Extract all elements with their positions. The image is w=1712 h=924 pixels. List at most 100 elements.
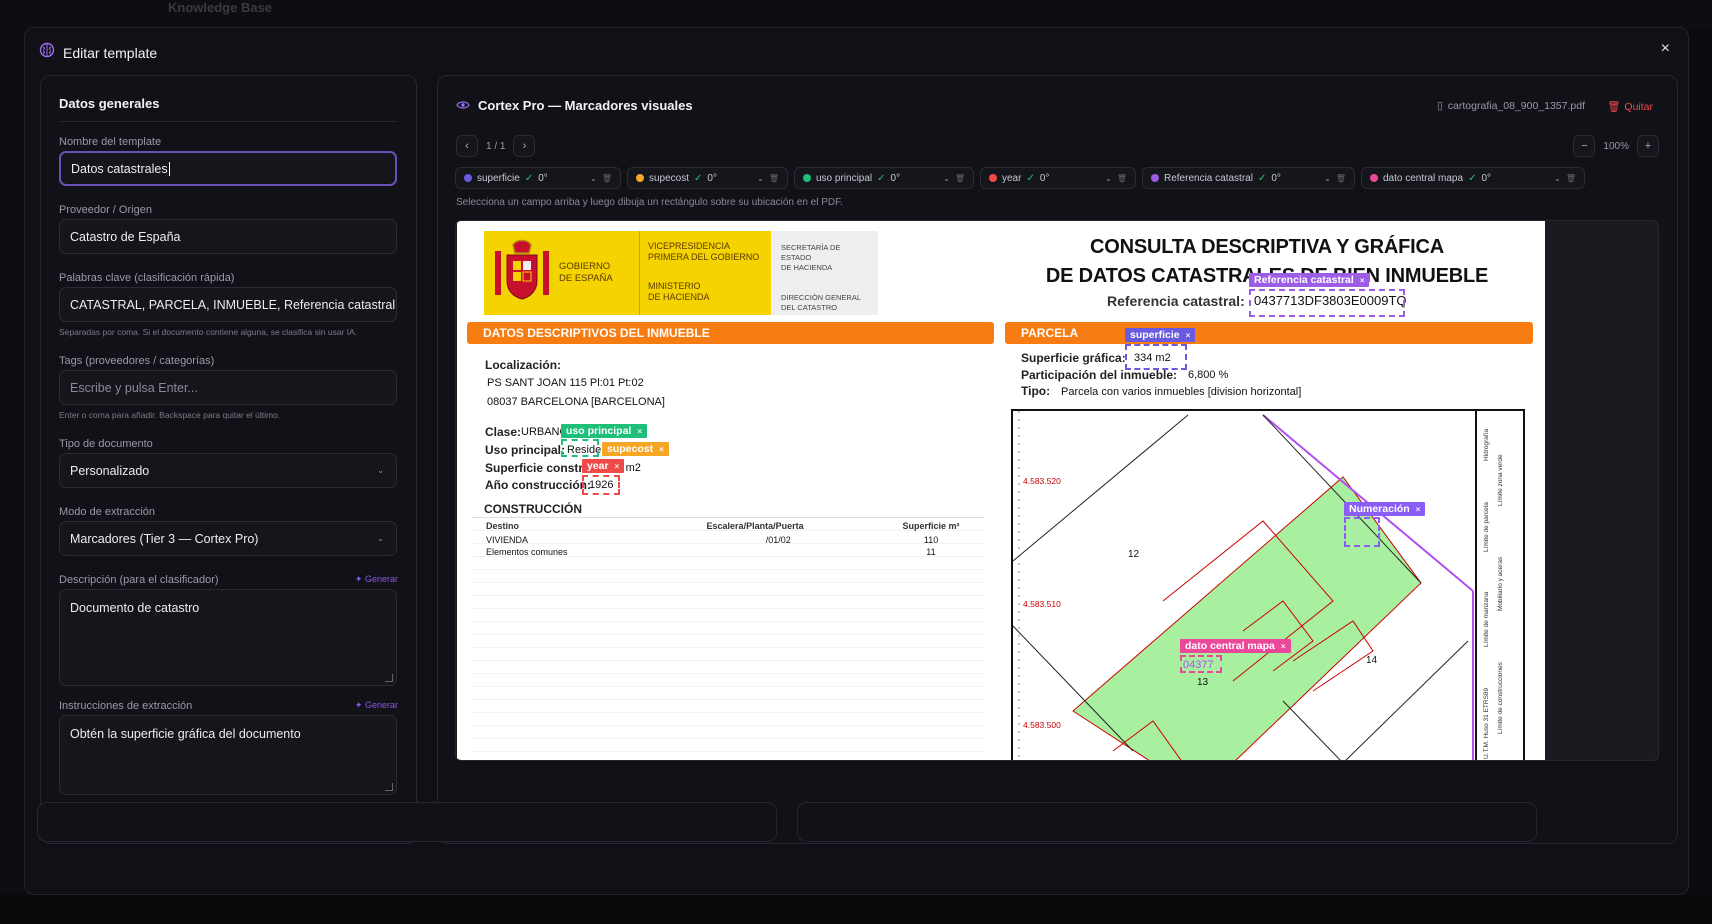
resize-handle-icon[interactable] — [385, 783, 393, 791]
marker-box-uso-principal[interactable] — [561, 439, 599, 457]
provider-input[interactable]: Catastro de España — [59, 219, 397, 254]
map-legend: U.T.M. Huso 31 ETRS89 Límite de manzana … — [1475, 409, 1525, 760]
remove-marker-icon[interactable]: × — [615, 462, 620, 471]
keywords-group: Palabras clave (clasificación rápida) CA… — [59, 272, 398, 337]
chevron-down-icon: ⌄ — [1105, 173, 1112, 183]
template-name-input[interactable]: Datos catastrales — [59, 151, 397, 186]
trash-icon[interactable]: 🗑︎ — [602, 174, 612, 183]
trash-icon[interactable]: 🗑︎ — [769, 174, 779, 183]
government-logo-block: GOBIERNO DE ESPAÑA VICEPRESIDENCIA PRIME… — [484, 231, 878, 315]
extract-mode-select[interactable]: Marcadores (Tier 3 — Cortex Pro) ⌄ — [59, 521, 397, 556]
marker-tag-referencia-catastral[interactable]: Referencia catastral × — [1249, 273, 1370, 287]
color-dot-icon — [803, 174, 811, 182]
construction-table: Destino Escalera/Planta/Puerta Superfici… — [472, 517, 984, 760]
type-value: Parcela con varios inmuebles [division h… — [1061, 386, 1302, 398]
remove-marker-icon[interactable]: × — [659, 445, 664, 454]
modal-header: Editar template — [39, 42, 157, 63]
remove-marker-icon[interactable]: × — [1281, 642, 1286, 651]
generate-description-button[interactable]: ✦ Generar — [355, 574, 398, 586]
marker-box-year[interactable] — [582, 475, 620, 495]
field-chip-supecost[interactable]: supecost ✓ 0° ⌄ 🗑︎ — [627, 167, 788, 189]
parcel-14-label: 14 — [1366, 655, 1378, 666]
parcel-13-label: 13 — [1197, 677, 1209, 688]
section-title: Datos generales — [59, 76, 398, 122]
template-name-label: Nombre del template — [59, 136, 162, 148]
field-chip-year[interactable]: year ✓ 0° ⌄ 🗑︎ — [980, 167, 1136, 189]
trash-icon[interactable]: 🗑︎ — [1566, 174, 1576, 183]
file-name: cartografia_08_900_1357.pdf — [1447, 100, 1585, 112]
background-bottom-bar — [0, 895, 1712, 924]
close-icon[interactable]: × — [1661, 40, 1670, 58]
vice-text: VICEPRESIDENCIA PRIMERA DEL GOBIERNO MIN… — [639, 231, 771, 315]
tags-help: Enter o coma para añadir. Backspace para… — [59, 410, 281, 420]
zoom-in-button[interactable]: + — [1637, 135, 1659, 157]
field-chip-superficie[interactable]: superficie ✓ 0° ⌄ 🗑︎ — [455, 167, 621, 189]
tags-group: Tags (proveedores / categorías) Escribe … — [59, 355, 398, 420]
chevron-down-icon: ⌄ — [943, 173, 950, 183]
marker-box-dato-central-mapa[interactable] — [1180, 655, 1222, 673]
bottom-panel-left — [37, 802, 777, 842]
pdf-page[interactable]: GOBIERNO DE ESPAÑA VICEPRESIDENCIA PRIME… — [457, 221, 1545, 760]
table-header: Destino Escalera/Planta/Puerta Superfici… — [486, 521, 960, 531]
cadastral-map: 4.583.520 4.583.510 4.583.500 12 13 14 0… — [1011, 409, 1525, 760]
remove-marker-icon[interactable]: × — [1360, 276, 1365, 285]
zoom-out-button[interactable]: − — [1573, 135, 1596, 157]
chevron-down-icon: ⌄ — [590, 173, 597, 183]
keywords-label: Palabras clave (clasificación rápida) — [59, 272, 235, 284]
trash-icon[interactable]: 🗑︎ — [1117, 174, 1127, 183]
color-dot-icon — [1151, 174, 1159, 182]
field-chip-uso-principal[interactable]: uso principal ✓ 0° ⌄ 🗑︎ — [794, 167, 974, 189]
coat-of-arms-icon — [484, 231, 559, 315]
provider-group: Proveedor / Origen Catastro de España — [59, 204, 398, 254]
instructions-textarea[interactable]: Obtén la superficie gráfica del document… — [59, 715, 397, 795]
chevron-down-icon: ⌄ — [377, 534, 384, 543]
catastro-text: SECRETARÍA DE ESTADO DE HACIENDA DIRECCI… — [770, 231, 878, 315]
marker-tag-year[interactable]: year × — [582, 459, 625, 473]
location-line1: PS SANT JOAN 115 Pl:01 Pt:02 — [487, 377, 644, 389]
ref-label: Referencia catastral: — [1107, 293, 1245, 309]
remove-file-button[interactable]: 🗑︎ Quitar — [1607, 100, 1653, 114]
field-chip-dato-central-mapa[interactable]: dato central mapa ✓ 0° ⌄ 🗑︎ — [1361, 167, 1585, 189]
description-label: Descripción (para el clasificador) ✦ Gene… — [59, 574, 398, 586]
markers-header: Cortex Pro — Marcadores visuales — [456, 98, 693, 113]
remove-marker-icon[interactable]: × — [1416, 505, 1421, 514]
page-navigator: ‹ 1 / 1 › — [456, 135, 536, 157]
marker-tag-superficie[interactable]: superficie × — [1125, 328, 1196, 342]
remove-marker-icon[interactable]: × — [1186, 331, 1191, 340]
marker-box-referencia-catastral[interactable] — [1249, 289, 1405, 317]
year-label: Año construcción: — [485, 478, 592, 492]
trash-icon[interactable]: 🗑︎ — [955, 174, 965, 183]
description-group: Descripción (para el clasificador) ✦ Gene… — [59, 574, 398, 686]
parcel-header: PARCELA — [1005, 322, 1533, 344]
table-row: Elementos comunes 11 — [486, 547, 936, 557]
remove-marker-icon[interactable]: × — [637, 427, 642, 436]
marker-tag-numeracion[interactable]: Numeración × — [1344, 502, 1426, 516]
marker-box-numeracion[interactable] — [1344, 517, 1380, 547]
marker-tag-uso-principal[interactable]: uso principal × — [561, 424, 648, 438]
prev-page-button[interactable]: ‹ — [456, 135, 478, 157]
map-drawing — [1013, 411, 1474, 760]
drawing-hint: Selecciona un campo arriba y luego dibuj… — [456, 197, 843, 208]
descriptive-data-header: DATOS DESCRIPTIVOS DEL INMUEBLE — [467, 322, 994, 344]
field-chip-referencia-catastral[interactable]: Referencia catastral ✓ 0° ⌄ 🗑︎ — [1142, 167, 1355, 189]
resize-handle-icon[interactable] — [385, 674, 393, 682]
tags-input[interactable]: Escribe y pulsa Enter... — [59, 370, 397, 405]
description-textarea[interactable]: Documento de catastro — [59, 589, 397, 686]
zoom-level: 100% — [1603, 140, 1629, 152]
construction-label: CONSTRUCCIÓN — [484, 502, 582, 516]
keywords-input[interactable]: CATASTRAL, PARCELA, INMUEBLE, Referencia… — [59, 287, 397, 322]
generate-instructions-button[interactable]: ✦ Generar — [355, 700, 398, 712]
keywords-help: Separadas por coma. Si el documento cont… — [59, 327, 358, 337]
brain-icon — [39, 42, 55, 63]
marker-tag-supecost[interactable]: supecost × — [602, 442, 669, 456]
doc-type-select[interactable]: Personalizado ⌄ — [59, 453, 397, 488]
pdf-viewer[interactable]: GOBIERNO DE ESPAÑA VICEPRESIDENCIA PRIME… — [455, 220, 1659, 761]
trash-icon[interactable]: 🗑︎ — [1336, 174, 1346, 183]
next-page-button[interactable]: › — [513, 135, 536, 157]
instructions-group: Instrucciones de extracción ✦ Generar Obt… — [59, 700, 398, 795]
provider-label: Proveedor / Origen — [59, 204, 152, 216]
marker-box-superficie[interactable] — [1125, 344, 1187, 370]
marker-tag-dato-central-mapa[interactable]: dato central mapa × — [1180, 639, 1291, 653]
map-y-label-2: 4.583.510 — [1023, 599, 1061, 609]
type-label: Tipo: — [1021, 384, 1051, 398]
